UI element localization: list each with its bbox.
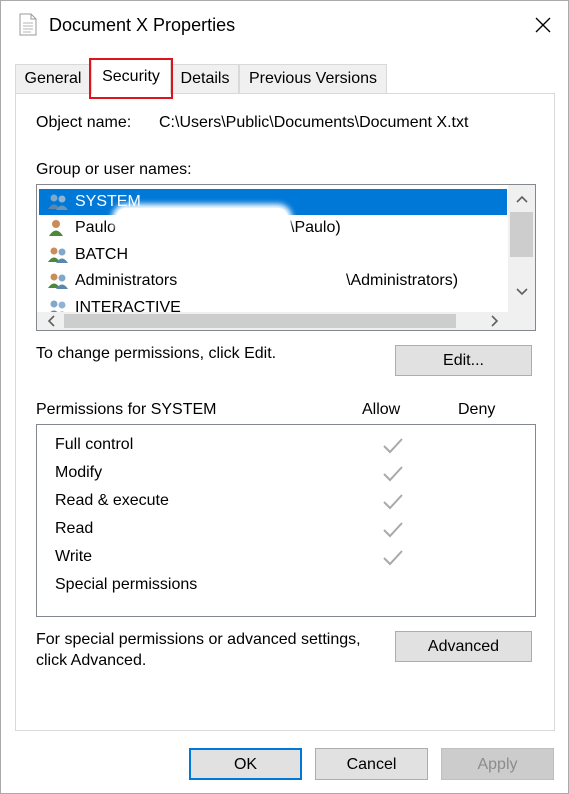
ok-button[interactable]: OK xyxy=(189,748,302,780)
user-group-icon xyxy=(48,273,68,289)
allow-check-icon xyxy=(383,466,403,482)
permission-name: Special permissions xyxy=(55,576,198,593)
close-button[interactable] xyxy=(523,7,563,43)
cancel-button[interactable]: Cancel xyxy=(315,748,428,780)
redaction-mark xyxy=(116,208,288,228)
list-item-label: BATCH xyxy=(75,246,129,263)
horizontal-scrollbar[interactable] xyxy=(37,312,508,330)
window-title: Document X Properties xyxy=(49,15,236,35)
edit-button[interactable]: Edit... xyxy=(395,345,532,376)
permission-name: Write xyxy=(55,548,93,565)
group-names-label: Group or user names: xyxy=(36,161,192,178)
list-item-label: Paulo xyxy=(75,219,116,236)
permission-row: Read xyxy=(55,515,525,543)
list-item-batch[interactable]: BATCH xyxy=(39,242,507,268)
list-item-suffix: \Administrators) xyxy=(346,272,459,289)
allow-check-icon xyxy=(383,494,403,510)
permission-name: Read & execute xyxy=(55,492,169,509)
scroll-left-button[interactable] xyxy=(37,312,64,330)
list-item-administrators[interactable]: Administrators \Administrators) xyxy=(39,268,507,294)
permission-row: Full control xyxy=(55,431,525,459)
vertical-scroll-thumb[interactable] xyxy=(510,212,533,257)
user-icon xyxy=(49,220,63,236)
permission-row: Read & execute xyxy=(55,487,525,515)
tab-details[interactable]: Details xyxy=(171,64,239,93)
advanced-text-line2: click Advanced. xyxy=(36,652,147,669)
scroll-down-button[interactable] xyxy=(508,278,535,305)
apply-button[interactable]: Apply xyxy=(441,748,554,780)
title-bar[interactable]: Document X Properties xyxy=(1,1,568,49)
tab-security[interactable]: Security xyxy=(91,59,171,94)
allow-check-icon xyxy=(383,522,403,538)
advanced-text-line1: For special permissions or advanced sett… xyxy=(36,631,361,648)
close-icon xyxy=(535,17,551,33)
permission-name: Full control xyxy=(55,436,134,453)
change-permissions-text: To change permissions, click Edit. xyxy=(36,345,277,362)
permissions-list: Full control Modify Read & execute Read … xyxy=(36,424,536,617)
deny-column-header: Deny xyxy=(458,401,496,418)
chevron-down-icon xyxy=(515,287,528,295)
permission-row: Special permissions xyxy=(55,571,525,599)
permission-name: Modify xyxy=(55,464,103,481)
allow-check-icon xyxy=(383,438,403,454)
permission-name: Read xyxy=(55,520,94,537)
user-list[interactable]: SYSTEM Paulo \Paulo) BATCH Administrator… xyxy=(36,184,536,331)
user-group-icon xyxy=(48,247,68,263)
tab-general[interactable]: General xyxy=(15,64,91,93)
vertical-scrollbar[interactable] xyxy=(508,185,535,312)
document-icon xyxy=(19,13,37,36)
advanced-button[interactable]: Advanced xyxy=(395,631,532,662)
chevron-right-icon xyxy=(490,315,498,327)
scrollbar-corner xyxy=(508,312,535,330)
user-group-icon xyxy=(48,194,68,210)
horizontal-scroll-thumb[interactable] xyxy=(64,314,456,328)
permission-row: Modify xyxy=(55,459,525,487)
object-name-value: C:\Users\Public\Documents\Document X.txt xyxy=(159,114,469,131)
object-name-label: Object name: xyxy=(36,114,132,131)
permission-row: Write xyxy=(55,543,525,571)
list-item-label: Administrators xyxy=(75,272,178,289)
allow-column-header: Allow xyxy=(362,401,401,418)
permissions-header: Permissions for SYSTEM xyxy=(36,401,217,418)
chevron-up-icon xyxy=(515,195,528,203)
chevron-left-icon xyxy=(47,315,55,327)
scroll-up-button[interactable] xyxy=(508,185,535,212)
tab-previous-versions[interactable]: Previous Versions xyxy=(239,64,387,93)
scroll-right-button[interactable] xyxy=(481,312,508,330)
allow-check-icon xyxy=(383,550,403,566)
properties-dialog: Document X Properties General Security D… xyxy=(0,0,569,794)
list-item-suffix: \Paulo) xyxy=(290,219,341,236)
